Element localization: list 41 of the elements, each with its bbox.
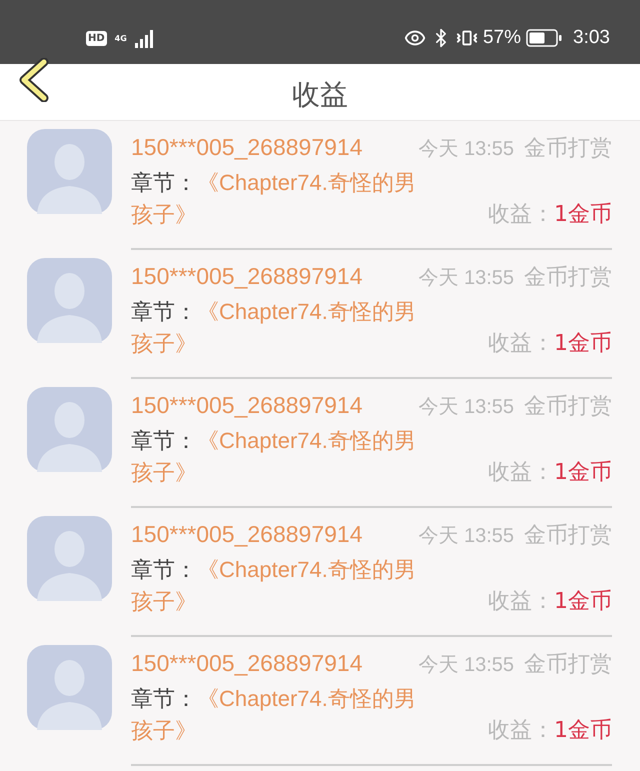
avatar-icon (27, 516, 112, 601)
page-title: 收益 (292, 77, 348, 113)
chapter-line: 章节：《Chapter74.奇怪的男孩子》 (131, 169, 417, 229)
record-time: 今天 13:55 (418, 653, 514, 678)
earnings-value: 1金币 (554, 459, 612, 487)
earnings-label: 收益： (488, 588, 554, 616)
clock: 3:03 (573, 27, 610, 49)
avatar-icon (27, 129, 112, 214)
earnings-value: 1金币 (554, 201, 612, 229)
record-type: 金币打赏 (524, 522, 612, 550)
earnings-value: 1金币 (554, 588, 612, 616)
battery-icon (526, 29, 562, 47)
user-id: 150***005_268897914 (131, 392, 363, 419)
earnings-label: 收益： (488, 717, 554, 745)
hd-badge: HD (86, 30, 107, 46)
avatar-icon (27, 645, 112, 730)
chapter-line: 章节：《Chapter74.奇怪的男孩子》 (131, 556, 417, 616)
earnings-label: 收益： (488, 201, 554, 229)
earnings-value: 1金币 (554, 717, 612, 745)
user-id: 150***005_268897914 (131, 134, 363, 161)
network-label: 4G (114, 34, 127, 42)
record-time: 今天 13:55 (418, 266, 514, 291)
earnings-label: 收益： (488, 459, 554, 487)
avatar-icon (27, 258, 112, 343)
chapter-line: 章节：《Chapter74.奇怪的男孩子》 (131, 298, 417, 358)
record-type: 金币打赏 (524, 393, 612, 421)
earnings-label: 收益： (488, 330, 554, 358)
record-type: 金币打赏 (524, 264, 612, 292)
earnings-value: 1金币 (554, 330, 612, 358)
record-time: 今天 13:55 (418, 395, 514, 420)
record-time: 今天 13:55 (418, 524, 514, 549)
avatar-icon (27, 387, 112, 472)
chapter-line: 章节：《Chapter74.奇怪的男孩子》 (131, 685, 417, 745)
chapter-line: 章节：《Chapter74.奇怪的男孩子》 (131, 427, 417, 487)
user-id: 150***005_268897914 (131, 263, 363, 290)
record-type: 金币打赏 (524, 135, 612, 163)
record-time: 今天 13:55 (418, 137, 514, 162)
record-type: 金币打赏 (524, 651, 612, 679)
battery-percent: 57% (482, 27, 522, 49)
user-id: 150***005_268897914 (131, 521, 363, 548)
user-id: 150***005_268897914 (131, 650, 363, 677)
